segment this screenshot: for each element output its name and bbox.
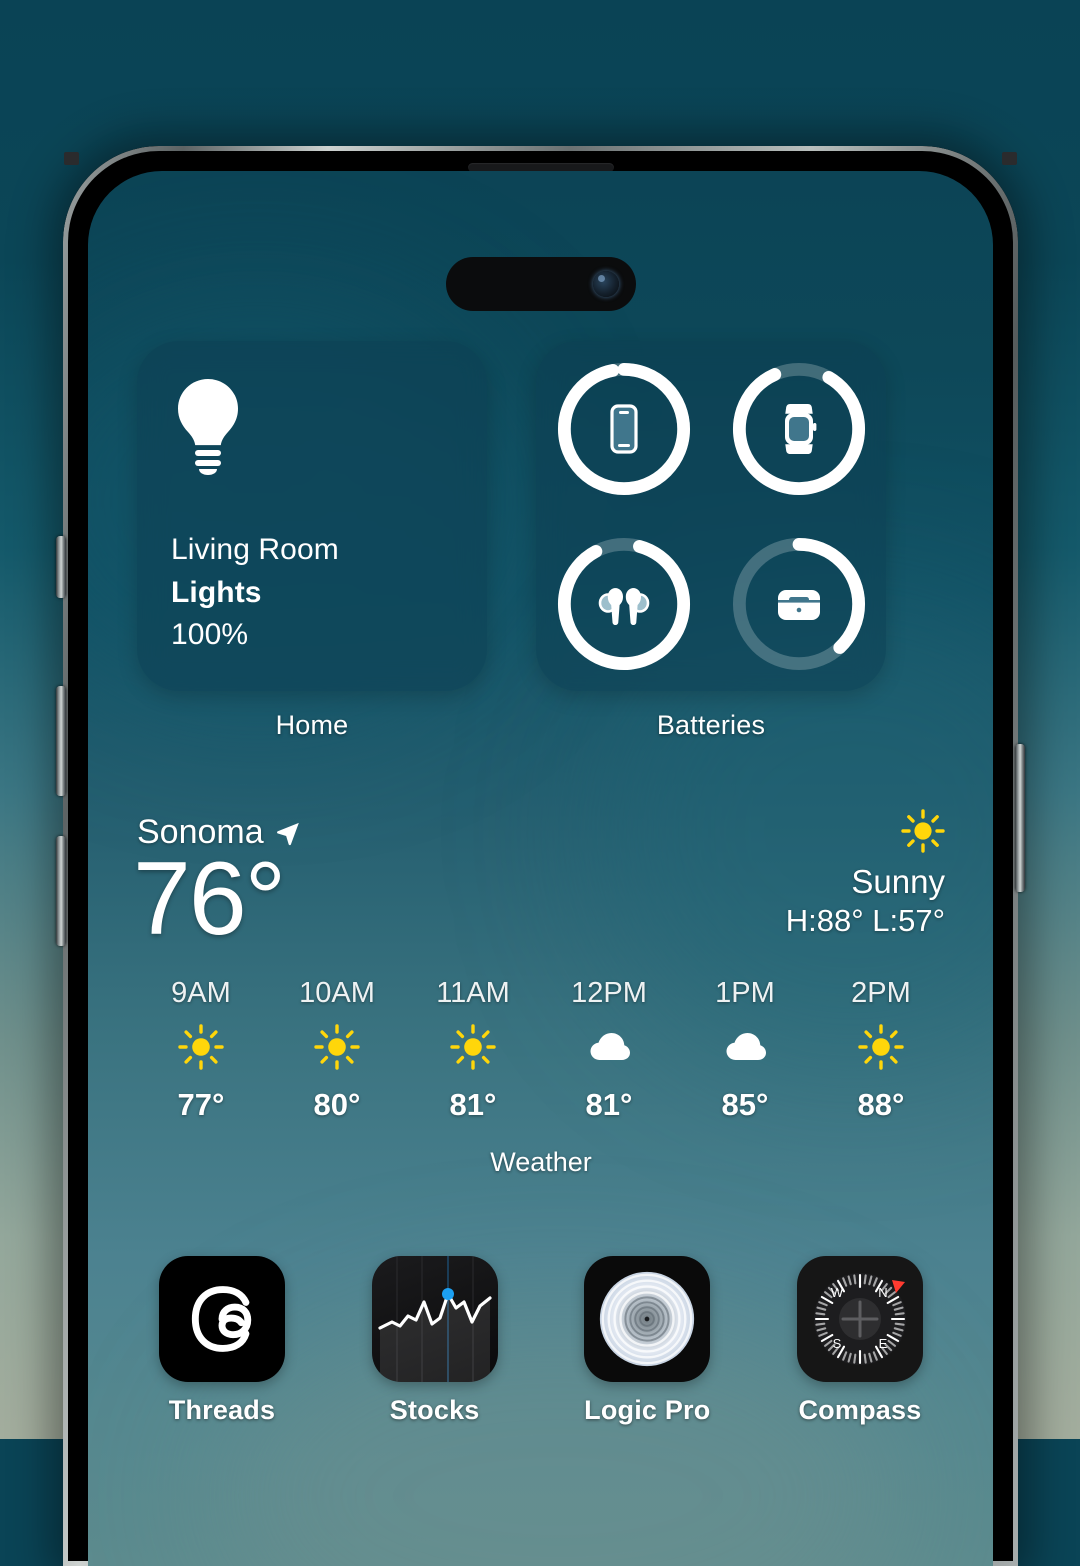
weather-high-low: H:88° L:57° (785, 903, 945, 939)
app-threads[interactable]: Threads (137, 1256, 307, 1426)
hourly-forecast-item: 1PM 85° (687, 977, 803, 1123)
threads-icon[interactable] (159, 1256, 285, 1382)
antenna-notch-right (1002, 152, 1017, 165)
iphone-icon (609, 403, 638, 454)
iphone-device-frame: Living Room Lights 100% Home Batteries S… (56, 146, 1025, 1566)
app-logic-pro[interactable]: Logic Pro (562, 1256, 732, 1426)
iphone-screen: Living Room Lights 100% Home Batteries S… (88, 171, 993, 1566)
hourly-temp: 81° (585, 1087, 633, 1122)
home-room-name: Living Room (171, 533, 339, 567)
weather-summary: Sunny H:88° L:57° (786, 809, 945, 941)
hourly-forecast-item: 10AM 80° (279, 977, 395, 1123)
hourly-forecast-item: 12PM 81° (551, 977, 667, 1123)
battery-item-watch (711, 341, 886, 516)
hourly-time: 11AM (436, 977, 510, 1009)
weather-current: Sonoma 76° Sunny H:88° L:57° (133, 809, 945, 959)
weather-temperature: 76° (133, 841, 286, 957)
hourly-time: 9AM (171, 977, 231, 1009)
volume-down-button[interactable] (56, 836, 66, 946)
app-compass[interactable]: W N S E Compass (775, 1256, 945, 1426)
weather-condition: Sunny (851, 863, 945, 900)
battery-item-iphone (536, 341, 711, 516)
batteries-widget-label: Batteries (656, 710, 766, 740)
hourly-forecast-item: 11AM 81° (415, 977, 531, 1123)
home-accessory: Lights (171, 575, 262, 609)
antenna-notch-left (64, 152, 79, 165)
battery-item-airpods (536, 516, 711, 691)
batteries-widget[interactable] (536, 341, 886, 691)
hourly-time: 1PM (715, 977, 775, 1009)
app-stocks[interactable]: Stocks (350, 1256, 520, 1426)
home-widget-cell: Living Room Lights 100% Home (137, 341, 487, 741)
svg-text:S: S (833, 1336, 842, 1351)
hourly-temp: 85° (721, 1087, 769, 1122)
dynamic-island[interactable] (445, 257, 636, 311)
home-widget[interactable]: Living Room Lights 100% (137, 341, 487, 691)
hourly-temp: 80° (313, 1087, 361, 1122)
svg-text:E: E (879, 1336, 888, 1351)
hourly-time: 2PM (851, 977, 911, 1009)
hourly-temp: 77° (177, 1087, 225, 1122)
volume-up-button[interactable] (56, 686, 66, 796)
hourly-temp: 81° (449, 1087, 497, 1122)
battery-item-airpods-case (711, 516, 886, 691)
airpods-case-icon (777, 589, 820, 620)
compass-icon[interactable]: W N S E (796, 1256, 923, 1382)
sun-icon (178, 1024, 224, 1070)
apple-watch-icon (784, 403, 816, 454)
svg-text:N: N (878, 1285, 887, 1300)
hourly-temp: 88° (857, 1087, 905, 1122)
app-icon-row: Threads Stocks Logic Pro W N S E Compass (137, 1256, 945, 1426)
sun-icon (450, 1024, 496, 1070)
weather-widget[interactable]: Sonoma 76° Sunny H:88° L:57° 9AM 77° 10A… (133, 809, 945, 1177)
airpods-icon (598, 587, 649, 625)
sun-icon (858, 1024, 904, 1070)
home-brightness: 100% (171, 618, 249, 652)
batteries-widget-cell: Batteries (536, 341, 886, 741)
app-label: Compass (798, 1395, 922, 1425)
weather-hourly-forecast: 9AM 77° 10AM 80° 11AM 81° 12PM 81° 1PM 85° 2P… (137, 977, 945, 1123)
app-label: Threads (168, 1395, 276, 1425)
sun-icon (314, 1024, 360, 1070)
widget-grid: Living Room Lights 100% Home Batteries (137, 341, 945, 741)
weather-widget-label: Weather (490, 1147, 592, 1177)
home-widget-text: Living Room Lights 100% (171, 529, 339, 657)
power-button[interactable] (1015, 744, 1025, 892)
logic-pro-icon[interactable] (584, 1256, 711, 1382)
hourly-forecast-item: 9AM 77° (143, 977, 259, 1123)
lightbulb-icon (178, 379, 238, 475)
app-label: Stocks (389, 1395, 480, 1425)
home-widget-label: Home (275, 710, 349, 740)
app-label: Logic Pro (584, 1395, 711, 1425)
svg-text:W: W (831, 1285, 844, 1300)
stocks-icon[interactable] (371, 1256, 498, 1382)
hourly-forecast-item: 2PM 88° (823, 977, 939, 1123)
front-camera-lens-icon (592, 271, 619, 297)
hourly-time: 12PM (571, 977, 647, 1009)
cloud-icon (726, 1033, 766, 1060)
hourly-time: 10AM (299, 977, 375, 1009)
silent-switch-button[interactable] (56, 536, 66, 598)
sun-icon (901, 809, 945, 853)
cloud-icon (590, 1033, 630, 1060)
